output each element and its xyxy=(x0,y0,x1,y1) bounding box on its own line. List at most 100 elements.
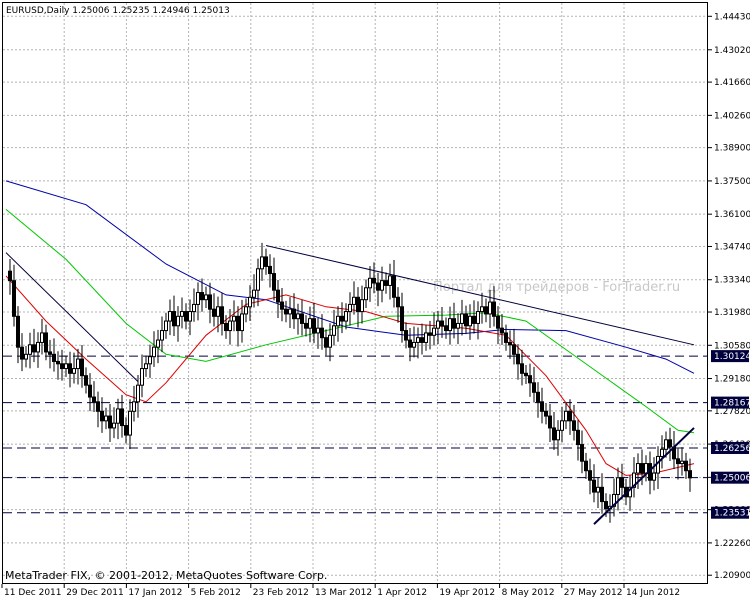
y-tick-label: 1.33340 xyxy=(714,276,750,286)
candle-body xyxy=(60,363,64,370)
candle-body xyxy=(440,320,444,327)
y-tick-label: 1.37500 xyxy=(714,177,750,187)
price-label-text: 1.25006 xyxy=(714,474,750,484)
candle-body xyxy=(232,315,236,322)
candle-body xyxy=(620,477,624,488)
candle-body xyxy=(576,429,580,446)
candle-body xyxy=(596,486,600,493)
candle-body xyxy=(404,330,408,341)
candle-body xyxy=(376,282,380,291)
candle-body xyxy=(88,384,92,398)
candle-body xyxy=(128,410,132,436)
candle-body xyxy=(132,401,136,412)
candle-body xyxy=(144,363,148,370)
candle-body xyxy=(160,330,164,341)
candle-body xyxy=(356,296,360,313)
candle-body xyxy=(168,311,172,322)
candle-body xyxy=(236,315,240,332)
candle-body xyxy=(528,375,532,384)
candle-body xyxy=(676,458,680,465)
candle-body xyxy=(256,268,260,291)
candle-body xyxy=(64,363,68,370)
x-tick-label: 8 May 2012 xyxy=(502,588,555,598)
candle-body xyxy=(328,334,332,348)
candle-body xyxy=(136,384,140,403)
x-tick-label: 14 Jun 2012 xyxy=(626,588,680,598)
candle-body xyxy=(484,306,488,315)
candle-body xyxy=(212,308,216,317)
candle-body xyxy=(316,327,320,334)
candle-body xyxy=(348,303,352,313)
candle-body xyxy=(652,472,656,481)
candle-body xyxy=(184,311,188,322)
candle-body xyxy=(420,337,424,343)
candle-body xyxy=(224,322,228,332)
candle-body xyxy=(532,382,536,393)
candle-body xyxy=(40,332,44,343)
candle-body xyxy=(108,415,112,429)
candle-body xyxy=(572,420,576,431)
candle-body xyxy=(288,308,292,315)
candle-body xyxy=(392,275,396,298)
candle-body xyxy=(148,356,152,365)
x-tick-label: 29 Dec 2011 xyxy=(66,588,124,598)
candle-body xyxy=(140,368,144,386)
price-label-text: 1.26256 xyxy=(714,444,750,454)
candle-body xyxy=(8,270,12,282)
candle-body xyxy=(332,325,336,336)
candle-body xyxy=(424,332,428,343)
candle-body xyxy=(360,299,364,313)
candle-body xyxy=(308,318,312,329)
candle-body xyxy=(92,396,96,403)
candle-body xyxy=(468,315,472,327)
candle-body xyxy=(96,401,100,412)
candle-body xyxy=(336,315,340,327)
candle-body xyxy=(312,318,316,334)
candle-body xyxy=(492,301,496,317)
x-tick-label: 5 Feb 2012 xyxy=(191,588,241,598)
candle-body xyxy=(280,301,284,310)
candle-body xyxy=(32,344,36,353)
candle-body xyxy=(588,470,592,481)
candle-body xyxy=(480,306,484,313)
candle-body xyxy=(220,306,224,324)
candle-body xyxy=(416,337,420,343)
candle-body xyxy=(680,460,684,465)
candle-body xyxy=(28,344,32,355)
candle-body xyxy=(200,292,204,301)
candle-body xyxy=(264,256,268,267)
candle-body xyxy=(476,311,480,324)
y-tick-label: 1.38900 xyxy=(714,144,750,154)
candle-body xyxy=(592,479,596,493)
price-label-text: 1.28167 xyxy=(714,399,750,409)
candle-body xyxy=(176,315,180,327)
candle-body xyxy=(300,313,304,324)
y-tick-label: 1.31980 xyxy=(714,308,750,318)
candle-body xyxy=(56,360,60,365)
x-tick-label: 11 Dec 2011 xyxy=(4,588,62,598)
candle-body xyxy=(464,313,468,327)
symbol-header: EURUSD,Daily 1.25006 1.25235 1.24946 1.2… xyxy=(6,6,230,16)
candle-body xyxy=(272,273,276,291)
y-tick-label: 1.43020 xyxy=(714,46,750,56)
candle-body xyxy=(216,306,220,317)
candle-body xyxy=(284,308,288,315)
candle-body xyxy=(544,410,548,417)
y-tick-label: 1.29180 xyxy=(714,375,750,385)
candle-body xyxy=(540,401,544,412)
price-label-text: 1.30124 xyxy=(714,352,750,362)
candle-body xyxy=(20,346,24,360)
candle-body xyxy=(584,460,588,472)
candle-body xyxy=(204,294,208,301)
candle-body xyxy=(660,448,664,457)
candle-body xyxy=(156,339,160,348)
candle-body xyxy=(436,320,440,329)
y-tick-label: 1.30580 xyxy=(714,341,750,351)
x-tick-label: 19 Apr 2012 xyxy=(439,588,495,598)
candle-body xyxy=(100,410,104,422)
candle-body xyxy=(276,289,280,303)
candle-body xyxy=(568,410,572,422)
candle-body xyxy=(112,422,116,429)
candle-body xyxy=(408,339,412,348)
candle-body xyxy=(340,315,344,322)
